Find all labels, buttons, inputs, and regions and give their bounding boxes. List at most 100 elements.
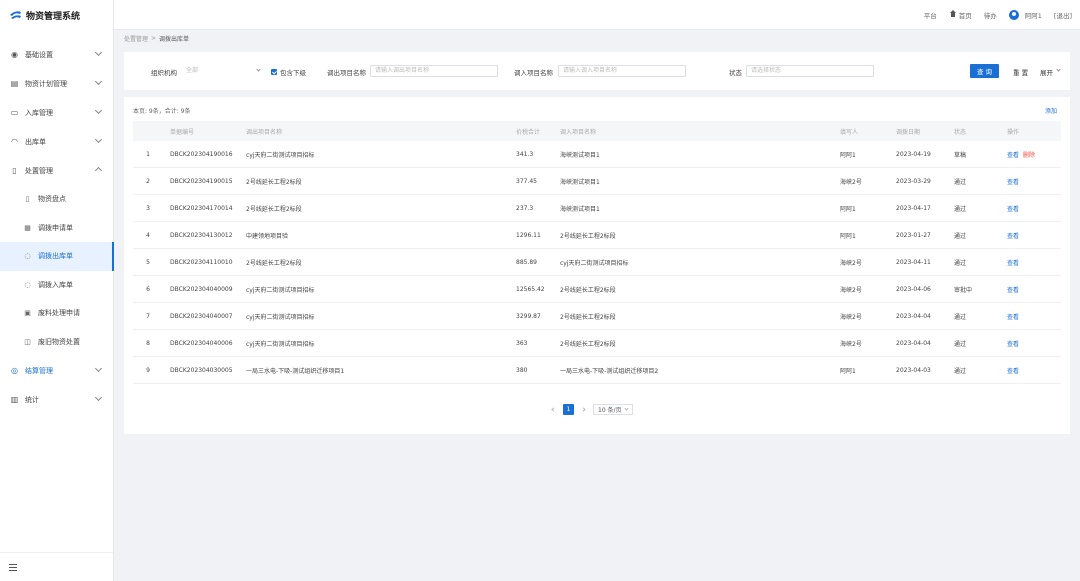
sidebar-subitem-5[interactable]: ◫ 废旧物资处置 bbox=[0, 328, 113, 357]
sidebar-subitem-3[interactable]: ◌ 调拨入库单 bbox=[0, 271, 113, 300]
cell-date: 2023-04-04 bbox=[896, 312, 931, 320]
page-current[interactable]: 1 bbox=[563, 404, 574, 415]
out-project-label: 调出项目名称 bbox=[327, 69, 366, 77]
sidebar-item-5[interactable]: ◎ 结算管理 bbox=[0, 356, 113, 385]
in-project-input[interactable]: 请输入调入项目名称 bbox=[558, 65, 686, 77]
sidebar-subitem-2[interactable]: ◌ 调拨出库单 bbox=[0, 242, 114, 271]
view-link[interactable]: 查看 bbox=[1007, 368, 1019, 375]
cell-actions: 查看 bbox=[1004, 177, 1061, 186]
cell-date: 2023-04-17 bbox=[896, 204, 931, 212]
cell-no: 6 bbox=[146, 285, 150, 293]
sidebar-subitem-0[interactable]: ▯ 物资盘点 bbox=[0, 185, 113, 214]
chevron-down-icon bbox=[256, 67, 261, 72]
column-header: 单据编号 bbox=[170, 128, 195, 136]
top-header: 平台 首页 待办 阿阿1 [退出] bbox=[114, 0, 1080, 30]
chevron-down-icon bbox=[94, 135, 103, 144]
include-sub-checkbox[interactable]: 包含下级 bbox=[271, 67, 306, 77]
search-panel: 组织机构 全部 包含下级 调出项目名称 请输入调出项目名称 调入项目名称 请输入… bbox=[124, 52, 1070, 90]
cell-date: 2023-04-11 bbox=[896, 258, 931, 266]
user-menu[interactable]: 阿阿1 bbox=[1008, 10, 1042, 20]
column-header: 填写人 bbox=[840, 128, 859, 136]
cell-status: 通过 bbox=[954, 232, 967, 240]
org-select[interactable]: 全部 bbox=[184, 65, 264, 77]
out-project-input[interactable]: 请输入调出项目名称 bbox=[370, 65, 498, 77]
sidebar-subitem-4[interactable]: ▣ 废料处理申请 bbox=[0, 299, 113, 328]
table-row: 8 DBCK202304040006 cyj天府二街测试项目招标 363 2号线延长工程… bbox=[133, 330, 1061, 357]
delete-link[interactable]: 删除 bbox=[1023, 152, 1035, 159]
view-link[interactable]: 查看 bbox=[1007, 314, 1019, 321]
query-button[interactable]: 查 询 bbox=[970, 64, 999, 78]
sidebar-item-label: 基础设置 bbox=[25, 50, 53, 59]
cell-code: DBCK202304040006 bbox=[170, 339, 233, 347]
transfer-out-icon: ◌ bbox=[24, 252, 31, 261]
column-header: 调拨日期 bbox=[896, 128, 921, 136]
cell-amount: 380 bbox=[516, 366, 528, 374]
chevron-down-icon bbox=[94, 48, 103, 57]
sidebar-collapse-button[interactable] bbox=[0, 552, 113, 581]
cell-in: 海峡测试项目1 bbox=[560, 151, 600, 159]
cell-actions: 查看 bbox=[1004, 366, 1061, 375]
cell-status: 通过 bbox=[954, 340, 967, 348]
header-todo-link[interactable]: 待办 bbox=[984, 10, 997, 20]
cell-date: 2023-01-27 bbox=[896, 231, 931, 239]
cell-status: 草稿 bbox=[954, 151, 967, 159]
settlement-icon: ◎ bbox=[11, 366, 18, 375]
view-link[interactable]: 查看 bbox=[1007, 206, 1019, 213]
cell-amount: 363 bbox=[516, 339, 528, 347]
settings-icon: ◉ bbox=[11, 50, 18, 59]
sidebar-item-0[interactable]: ◉ 基础设置 bbox=[0, 40, 113, 69]
cell-status: 审批中 bbox=[954, 286, 973, 294]
logout-link[interactable]: [退出] bbox=[1054, 10, 1072, 20]
sidebar-item-1[interactable]: ▤ 物资计划管理 bbox=[0, 69, 113, 98]
header-platform-link[interactable]: 平台 bbox=[924, 10, 937, 20]
cell-code: DBCK202304110010 bbox=[170, 258, 233, 266]
sidebar-subitem-1[interactable]: ▦ 调拨申请单 bbox=[0, 214, 113, 243]
calendar-icon: ▤ bbox=[10, 79, 19, 88]
view-link[interactable]: 查看 bbox=[1007, 233, 1019, 240]
sidebar-item-label: 入库管理 bbox=[25, 108, 53, 117]
cell-writer: 阿阿1 bbox=[840, 151, 856, 159]
in-project-label: 调入项目名称 bbox=[514, 69, 553, 77]
view-link[interactable]: 查看 bbox=[1007, 152, 1019, 159]
view-link[interactable]: 查看 bbox=[1007, 287, 1019, 294]
cell-out: cyj天府二街测试项目招标 bbox=[246, 340, 315, 348]
cell-actions: 查看 bbox=[1004, 285, 1061, 294]
trash-icon: ▣ bbox=[24, 309, 31, 318]
add-button[interactable]: 添加 bbox=[1045, 106, 1057, 115]
sidebar-item-6[interactable]: ▥ 统计 bbox=[0, 385, 113, 414]
cell-code: DBCK202304190016 bbox=[170, 150, 233, 158]
cell-no: 4 bbox=[146, 231, 150, 239]
app-logo[interactable]: 物资管理系统 bbox=[0, 0, 113, 30]
cell-no: 7 bbox=[146, 312, 150, 320]
sidebar-item-2[interactable]: ▭ 入库管理 bbox=[0, 98, 113, 127]
include-sub-label: 包含下级 bbox=[280, 69, 306, 77]
org-label: 组织机构 bbox=[151, 69, 177, 77]
cell-amount: 3299.87 bbox=[516, 312, 541, 320]
user-name: 阿阿1 bbox=[1024, 12, 1042, 20]
cell-date: 2023-04-06 bbox=[896, 285, 931, 293]
logo-icon bbox=[10, 10, 21, 19]
cell-no: 3 bbox=[146, 204, 150, 212]
breadcrumb-parent[interactable]: 处置管理 bbox=[124, 34, 148, 43]
table-row: 9 DBCK202304030005 一局三水电-下吸-测试组织迁移项目1 380 一局… bbox=[133, 357, 1061, 384]
prev-page-icon[interactable] bbox=[551, 407, 556, 412]
next-page-icon[interactable] bbox=[581, 407, 586, 412]
cell-writer: 海峡2号 bbox=[840, 178, 862, 186]
page-size-select[interactable]: 10 条/页 bbox=[593, 404, 633, 415]
sidebar-item-4[interactable]: ▯ 处置管理 bbox=[0, 156, 113, 185]
cell-date: 2023-04-03 bbox=[896, 366, 931, 374]
expand-button[interactable]: 展开 bbox=[1040, 67, 1061, 77]
sidebar: 物资管理系统 ◉ 基础设置 ▤ 物资计划管理 ▭ 入库管理 ◠ 出库单 ▯ 处置管理 ▯ 物资盘点 ▦ 调… bbox=[0, 0, 114, 581]
cell-out: 2号线延长工程2标段 bbox=[246, 259, 302, 267]
cell-code: DBCK202304030005 bbox=[170, 366, 233, 374]
view-link[interactable]: 查看 bbox=[1007, 341, 1019, 348]
view-link[interactable]: 查看 bbox=[1007, 179, 1019, 186]
sidebar-subitem-label: 废旧物资处置 bbox=[38, 337, 80, 346]
sidebar-item-3[interactable]: ◠ 出库单 bbox=[0, 127, 113, 156]
view-link[interactable]: 查看 bbox=[1007, 260, 1019, 267]
reset-button[interactable]: 重 置 bbox=[1013, 67, 1028, 77]
cell-code: DBCK202304130012 bbox=[170, 231, 233, 239]
header-home-link[interactable]: 首页 bbox=[949, 10, 972, 20]
cell-out: 一局三水电-下吸-测试组织迁移项目1 bbox=[246, 367, 345, 375]
status-select[interactable]: 请选择状态 bbox=[746, 65, 874, 77]
